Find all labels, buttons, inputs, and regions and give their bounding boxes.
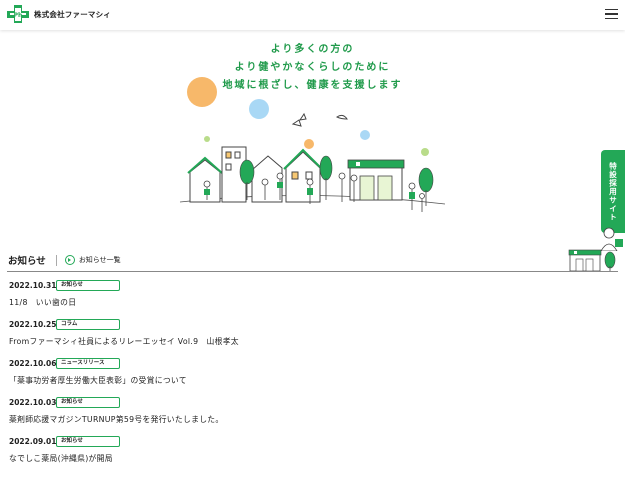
company-name: 株式会社ファーマシィ xyxy=(34,9,111,19)
news-date: 2022.10.03 xyxy=(9,397,57,407)
news-all-label: お知らせ一覧 xyxy=(78,256,121,264)
pharmacy-cross-logo-icon: Ph xyxy=(7,5,29,23)
news-date: 2022.10.31 xyxy=(9,280,57,290)
company-logo[interactable]: Ph 株式会社ファーマシィ xyxy=(6,4,111,24)
news-all-link[interactable]: お知らせ一覧 xyxy=(64,255,121,265)
news-date: 2022.10.06 xyxy=(9,358,57,368)
pharmacy-store-icon xyxy=(568,249,616,272)
news-category-badge: お知らせ xyxy=(56,396,120,408)
blue-circle-decor xyxy=(249,99,269,119)
news-category-badge: コラム xyxy=(56,318,120,330)
news-title-text: なでしこ薬局(沖縄県)が開局 xyxy=(9,454,113,463)
recruit-site-tab[interactable]: 特設採用サイト xyxy=(601,150,625,233)
news-title-text: 薬剤師応援マガジンTURNUP第59号を発行いたしました。 xyxy=(9,415,224,424)
news-category-badge: ニュースリリース xyxy=(56,357,120,369)
town-illustration xyxy=(179,77,446,212)
hamburger-menu-icon[interactable] xyxy=(605,9,618,19)
news-date: 2022.10.25 xyxy=(9,319,57,329)
news-category-badge: お知らせ xyxy=(56,435,120,447)
news-title-text: Fromファーマシィ社員によるリレーエッセイ Vol.9 山根孝太 xyxy=(9,337,239,346)
arrow-right-circle-icon xyxy=(64,255,75,265)
site-header: Ph 株式会社ファーマシィ xyxy=(0,0,625,30)
news-title-text: 「薬事功労者厚生労働大臣表彰」の受賞について xyxy=(9,376,187,385)
news-item[interactable]: 2022.09.01 お知らせ なでしこ薬局(沖縄県)が開局 xyxy=(9,435,569,474)
news-divider xyxy=(55,254,57,266)
news-list: 2022.10.31 お知らせ 11/8 いい歯の日 2022.10.25 コラ… xyxy=(9,279,569,474)
news-item[interactable]: 2022.10.03 お知らせ 薬剤師応援マガジンTURNUP第59号を発行いた… xyxy=(9,396,569,435)
news-section-title: お知らせ xyxy=(8,256,46,267)
news-item[interactable]: 2022.10.06 ニュースリリース 「薬事功労者厚生労働大臣表彰」の受賞につ… xyxy=(9,357,569,396)
news-category-badge: お知らせ xyxy=(56,279,120,291)
news-item[interactable]: 2022.10.31 お知らせ 11/8 いい歯の日 xyxy=(9,279,569,318)
orange-circle-decor xyxy=(187,77,217,107)
news-title-text: 11/8 いい歯の日 xyxy=(9,298,77,307)
hero-line-1: より多くの方の xyxy=(270,44,355,55)
news-item[interactable]: 2022.10.25 コラム Fromファーマシィ社員によるリレーエッセイ Vo… xyxy=(9,318,569,357)
svg-text:Ph: Ph xyxy=(14,12,23,19)
news-header: お知らせ お知らせ一覧 xyxy=(8,253,121,267)
news-underline xyxy=(7,271,618,272)
news-date: 2022.09.01 xyxy=(9,436,57,446)
